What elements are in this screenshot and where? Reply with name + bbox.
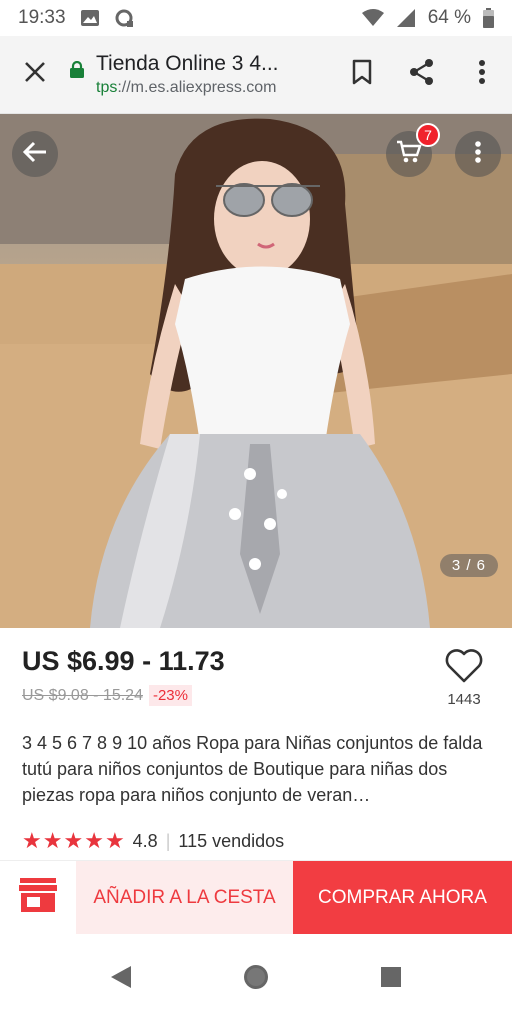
share-icon [408, 58, 436, 91]
original-price: US $9.08 - 15.24 [22, 686, 143, 704]
image-counter: 3 / 6 [439, 554, 498, 577]
close-tab-button[interactable] [0, 36, 70, 114]
store-button[interactable] [0, 861, 76, 934]
status-bar: 19:33 64 % [0, 0, 512, 36]
heart-icon [444, 648, 484, 689]
star-icon: ★ [104, 828, 125, 853]
bookmark-button[interactable] [332, 36, 392, 114]
back-arrow-icon [22, 140, 48, 169]
close-icon [24, 61, 46, 88]
url-bar[interactable]: Tienda Online 3 4... tps://m.es.aliexpre… [96, 52, 332, 97]
status-time: 19:33 [18, 7, 66, 28]
cart-button[interactable]: 7 [386, 123, 440, 177]
gallery-more-button[interactable] [455, 131, 501, 177]
product-photo [0, 114, 512, 628]
overflow-menu-icon [478, 59, 486, 90]
star-icon: ★ [42, 828, 63, 853]
bookmark-icon [352, 59, 372, 90]
rating-row[interactable]: ★ ★ ★ ★ ★ 4.8 | 115 vendidos [22, 828, 284, 854]
page-title: Tienda Online 3 4... [96, 52, 279, 75]
cart-icon [396, 140, 422, 169]
product-image-gallery[interactable]: 7 3 / 6 [0, 114, 512, 628]
screen: 19:33 64 % Tienda Online 3 4... tps://m.… [0, 0, 512, 1024]
original-price-row: US $9.08 - 15.24 -23% [22, 685, 492, 706]
gallery-back-button[interactable] [12, 131, 58, 177]
add-to-cart-button[interactable]: AÑADIR A LA CESTA [76, 861, 293, 934]
nav-home-icon [243, 964, 269, 995]
store-icon [18, 877, 58, 918]
star-icon: ★ [63, 828, 84, 853]
buy-now-button[interactable]: COMPRAR AHORA [293, 861, 512, 934]
battery-level: 64 % [427, 7, 471, 28]
url-scheme: tps [96, 79, 118, 96]
nav-back-icon [110, 965, 132, 994]
action-bar: AÑADIR A LA CESTA COMPRAR AHORA [0, 860, 512, 934]
system-nav-bar [0, 934, 512, 1024]
nav-home-button[interactable] [236, 959, 276, 999]
nav-recents-icon [380, 966, 402, 993]
star-rating: ★ ★ ★ ★ ★ [22, 828, 125, 854]
nav-recents-button[interactable] [371, 959, 411, 999]
wishlist-count: 1443 [447, 691, 481, 708]
price-section: US $6.99 - 11.73 US $9.08 - 15.24 -23% [22, 646, 492, 706]
sale-price: US $6.99 - 11.73 [22, 646, 225, 676]
more-vert-icon [474, 140, 482, 169]
browser-menu-button[interactable] [452, 36, 512, 114]
sold-count: 115 vendidos [178, 830, 285, 851]
lock-icon [70, 61, 96, 78]
url-domain: ://m.es.aliexpress.com [117, 79, 277, 96]
star-icon: ★ [22, 828, 42, 853]
sync-icon [114, 8, 134, 28]
page-url: tps://m.es.aliexpress.com [96, 79, 332, 97]
status-right: 64 % [361, 7, 494, 29]
signal-icon [396, 8, 416, 28]
rating-value: 4.8 [132, 830, 158, 851]
share-button[interactable] [392, 36, 452, 114]
browser-toolbar: Tienda Online 3 4... tps://m.es.aliexpre… [0, 36, 512, 114]
star-icon: ★ [84, 828, 104, 853]
nav-back-button[interactable] [101, 959, 141, 999]
product-title[interactable]: 3 4 5 6 7 8 9 10 años Ropa para Niñas co… [22, 730, 492, 808]
wifi-icon [361, 9, 384, 27]
wishlist-button[interactable]: 1443 [440, 648, 488, 708]
status-left: 19:33 [18, 7, 134, 29]
divider: | [165, 830, 171, 851]
battery-icon [483, 8, 494, 28]
discount-badge: -23% [148, 685, 192, 706]
image-icon [80, 9, 100, 27]
cart-count-badge: 7 [416, 123, 440, 147]
